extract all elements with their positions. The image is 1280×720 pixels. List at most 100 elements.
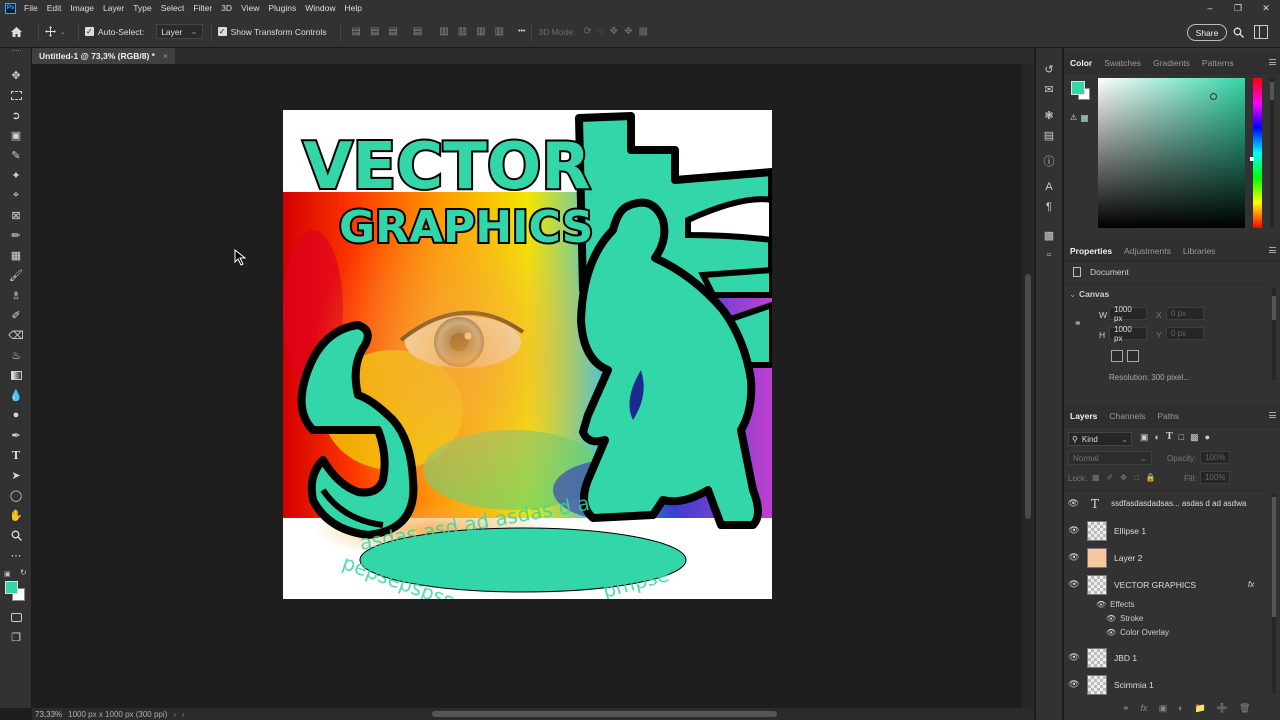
effects-row[interactable]: 👁 Effects [1096,600,1134,609]
move-tool[interactable]: ✥ [7,67,25,83]
lock-artboard-icon[interactable]: □ [1134,473,1139,482]
3d-pan-icon[interactable]: ✥ [610,26,618,37]
link-layers-icon[interactable]: ⚭ [1122,703,1130,714]
3d-camera-icon[interactable]: ▩ [638,26,647,37]
tab-color[interactable]: Color [1064,58,1098,68]
quick-mask-button[interactable] [7,609,25,625]
menu-image[interactable]: Image [70,3,94,13]
lock-image-pixels-icon[interactable]: ✐ [1107,473,1114,482]
menu-3d[interactable]: 3D [221,3,232,13]
close-tab-icon[interactable]: × [163,51,168,61]
out-of-gamut-warning-icon[interactable]: ⚠ [1070,113,1077,122]
visibility-eye-icon[interactable]: 👁 [1064,679,1084,690]
scroll-left-icon[interactable]: ‹ [182,710,185,719]
menu-view[interactable]: View [241,3,259,13]
brushes-panel-icon[interactable]: ▤ [1042,128,1056,142]
shape-tool[interactable]: ◯ [7,487,25,503]
workspace-switcher-icon[interactable] [1254,25,1268,39]
zoom-tool[interactable] [7,527,25,543]
restore-button[interactable]: ❐ [1224,0,1252,16]
pixel-layer-filter-icon[interactable]: ▣ [1140,432,1149,443]
lasso-tool[interactable]: ➲ [7,107,25,123]
toolbar-grip[interactable] [12,50,21,52]
tab-layers[interactable]: Layers [1064,411,1103,421]
object-selection-tool[interactable]: ▣ [7,127,25,143]
effect-row[interactable]: 👁 Stroke [1106,614,1143,623]
color-panel-menu-icon[interactable] [1269,59,1276,65]
layer-row[interactable]: 👁 JBD 1 [1064,644,1269,671]
history-brush-tool[interactable]: ✐ [7,307,25,323]
crop-tool[interactable]: ⌖ [7,187,25,203]
add-mask-icon[interactable]: ▣ [1159,703,1168,714]
hand-tool[interactable]: ✋ [7,507,25,523]
swap-colors-icon[interactable]: ↻ [20,568,27,577]
tab-swatches[interactable]: Swatches [1098,58,1147,68]
visibility-eye-icon[interactable]: 👁 [1106,628,1116,637]
chevron-down-icon[interactable]: ⌄ [1069,289,1076,300]
gradient-tool[interactable] [7,367,25,383]
path-selection-tool[interactable]: ➤ [7,467,25,483]
align-vertical-center-icon[interactable]: ▥ [458,26,467,37]
share-button[interactable]: Share [1187,24,1227,41]
lock-transparent-pixels-icon[interactable]: ▦ [1092,473,1100,482]
hue-slider[interactable] [1250,78,1262,228]
landscape-orientation-button[interactable] [1127,350,1139,362]
blend-mode-dropdown[interactable]: Normal ⌄ [1068,451,1152,465]
effect-row[interactable]: 👁 Color Overlay [1106,628,1169,637]
canvas-x-input[interactable]: 0 px [1166,307,1204,320]
layer-row[interactable]: 👁 VECTOR GRAPHICS fx [1064,571,1269,598]
menu-window[interactable]: Window [305,3,335,13]
clone-stamp-tool[interactable]: ♗ [7,287,25,303]
minimize-button[interactable]: – [1196,0,1224,16]
default-colors-icon[interactable]: ▣ [4,570,11,578]
opacity-input[interactable]: 100% [1200,451,1230,464]
new-adjustment-layer-icon[interactable]: ◐ [1178,703,1183,714]
layer-row[interactable]: 👁 Scimmia 1 [1064,671,1269,698]
menu-edit[interactable]: Edit [47,3,62,13]
type-layer-filter-icon[interactable]: T [1166,432,1173,443]
hue-slider-handle[interactable] [1250,157,1254,161]
3d-orbit-icon[interactable]: ⟳ [583,26,591,37]
align-top-icon[interactable]: ▥ [439,26,448,37]
layers-scrollbar[interactable] [1272,493,1276,693]
visibility-eye-icon[interactable]: 👁 [1064,525,1084,536]
menu-type[interactable]: Type [133,3,151,13]
layer-filter-dropdown[interactable]: ⚲ Kind ⌄ [1068,432,1132,446]
menu-file[interactable]: File [24,3,38,13]
menu-filter[interactable]: Filter [193,3,212,13]
auto-select-checkbox[interactable]: ✓ [84,27,94,36]
close-window-button[interactable]: ✕ [1252,0,1280,16]
edit-toolbar-button[interactable]: ⋯ [7,547,25,563]
healing-brush-tool[interactable]: ▦ [7,247,25,263]
marquee-tool[interactable] [7,87,25,103]
new-group-icon[interactable]: 📁 [1195,703,1206,714]
auto-select-target-dropdown[interactable]: Layer ⌄ [156,24,203,39]
info-panel-icon[interactable]: ⓘ [1042,154,1056,168]
eraser-tool[interactable]: ⌫ [7,327,25,343]
libraries-panel-icon[interactable]: ▩ [1042,228,1056,242]
canvas-section-label[interactable]: Canvas [1079,289,1109,299]
pen-tool[interactable]: ✒ [7,427,25,443]
foreground-color-swatch[interactable] [5,581,18,594]
shape-layer-filter-icon[interactable]: □ [1179,432,1184,443]
visibility-eye-icon[interactable]: 👁 [1096,600,1106,609]
canvas-width-input[interactable]: 1000 px [1109,305,1147,323]
show-transform-checkbox[interactable]: ✓ [217,27,227,36]
color-field[interactable] [1098,78,1245,228]
magic-wand-tool[interactable]: ✦ [7,167,25,183]
align-right-icon[interactable]: ▤ [388,26,397,37]
tab-libraries[interactable]: Libraries [1177,246,1222,256]
color-panel-foreground-swatch[interactable] [1071,81,1085,95]
home-button[interactable] [0,26,32,38]
menu-select[interactable]: Select [161,3,185,13]
eyedropper-tool[interactable]: ✏ [7,227,25,243]
blur-tool[interactable]: 💧 [7,387,25,403]
link-dimensions-icon[interactable]: ⚭ [1074,318,1082,329]
status-menu-arrow-icon[interactable]: › [173,710,176,719]
properties-scrollbar[interactable] [1272,288,1276,380]
menu-layer[interactable]: Layer [103,3,124,13]
adjustments-panel-icon[interactable]: ▫ [1042,248,1056,262]
vertical-scrollbar[interactable] [1022,64,1034,708]
visibility-eye-icon[interactable]: 👁 [1064,579,1084,590]
align-left-icon[interactable]: ▤ [351,26,360,37]
